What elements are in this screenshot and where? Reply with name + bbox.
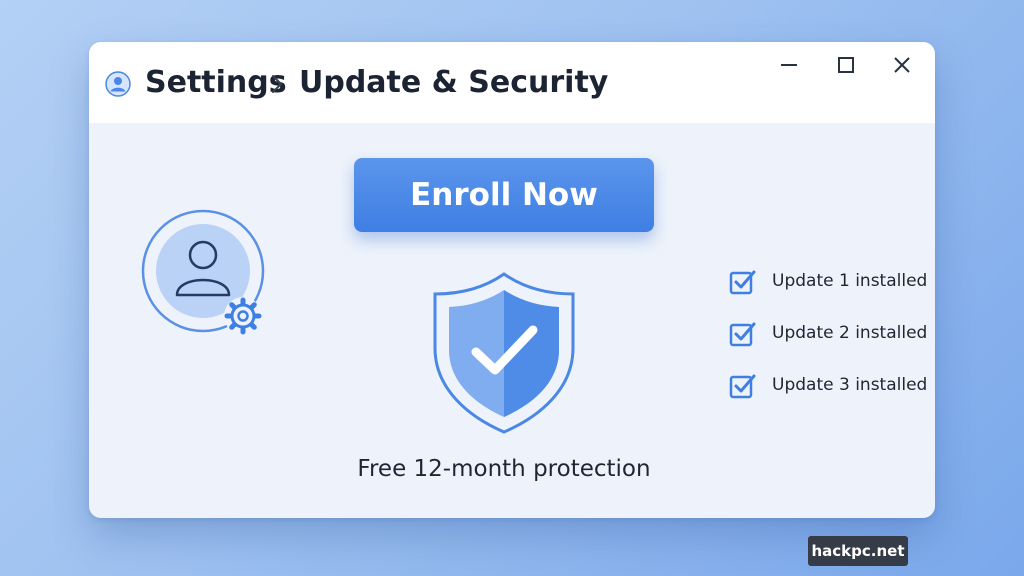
gear-icon	[224, 297, 262, 335]
breadcrumb-settings[interactable]: Settings	[145, 64, 287, 102]
user-circle-icon	[105, 71, 131, 97]
shield-check-icon	[433, 272, 575, 434]
chevron-right-icon	[272, 75, 282, 93]
watermark: hackpc.net	[808, 536, 908, 566]
enroll-now-button[interactable]: Enroll Now	[354, 158, 654, 232]
close-icon[interactable]	[889, 52, 915, 78]
maximize-icon[interactable]	[833, 52, 859, 78]
update-item-3: Update 3 installed	[729, 371, 929, 401]
minimize-icon[interactable]	[776, 52, 802, 78]
checkbox-checked-icon	[729, 270, 756, 295]
protection-text: Free 12-month protection	[357, 456, 651, 482]
update-label: Update 3 installed	[772, 375, 928, 395]
checkbox-checked-icon	[729, 374, 756, 399]
update-label: Update 1 installed	[772, 271, 928, 291]
update-item-2: Update 2 installed	[729, 319, 929, 349]
update-label: Update 2 installed	[772, 323, 928, 343]
update-item-1: Update 1 installed	[729, 267, 929, 297]
page-title: Update & Security	[299, 65, 609, 100]
title-bar: Settings Update & Security	[89, 42, 935, 123]
checkbox-checked-icon	[729, 322, 756, 347]
settings-window: Settings Update & Security Enroll Now Fr…	[89, 42, 935, 518]
